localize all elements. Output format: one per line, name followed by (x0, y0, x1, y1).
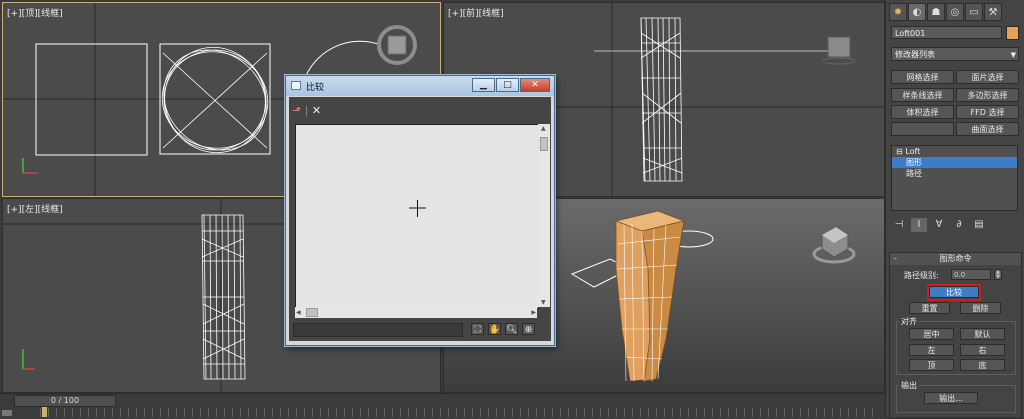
motion-tab[interactable]: ◎ (946, 3, 964, 21)
modifier-list-label: 修改器列表 (895, 50, 935, 59)
create-icon: ✸ (893, 6, 903, 18)
object-name-field[interactable]: Loft001 (891, 26, 1002, 39)
surface-select-button[interactable]: 曲面选择 (956, 122, 1019, 136)
align-group-label: 对齐 (899, 316, 919, 327)
scroll-left-icon[interactable]: ◀ (296, 309, 301, 316)
shape-commands-rollout: - 图形命令 路径级别: 0.0 ▲ ▼ 比较 重置 删除 对齐 居中 默认 左 右… (889, 252, 1022, 419)
scroll-right-icon[interactable]: ▶ (531, 309, 536, 316)
utilities-icon: ⚒ (988, 6, 998, 18)
command-panel-tabs: ✸ ◐ ☗ ◎ ▭ ⚒ (889, 3, 1022, 22)
vertical-scrollbar[interactable]: ▲ ▼ (538, 124, 550, 307)
ffd-select-button[interactable]: FFD 选择 (956, 105, 1019, 119)
viewport-label[interactable]: [+][顶][线框] (7, 6, 63, 19)
hierarchy-tab[interactable]: ☗ (927, 3, 945, 21)
modifier-stack[interactable]: ⊟ Loft 图形 路径 (891, 145, 1018, 211)
vol-select-button[interactable]: 体积选择 (891, 105, 954, 119)
path-level-spinner[interactable]: ▲ ▼ (994, 269, 1002, 280)
close-button[interactable]: ✕ (520, 78, 550, 92)
poly-select-button[interactable]: 多边形选择 (956, 88, 1019, 102)
show-end-result-icon[interactable]: I (911, 218, 927, 232)
pan-hand-icon[interactable]: ✋ (488, 323, 501, 335)
align-right-button[interactable]: 右 (960, 344, 1005, 356)
mesh-select-button[interactable]: 网格选择 (891, 70, 954, 84)
align-top-button[interactable]: 顶 (909, 359, 954, 371)
viewcube (387, 35, 407, 55)
axis-tripod (22, 349, 35, 370)
empty-modifier-button[interactable] (891, 122, 954, 136)
modify-icon: ◐ (912, 6, 922, 18)
timeline-toggle-button[interactable] (2, 410, 12, 416)
align-bottom-button[interactable]: 底 (960, 359, 1005, 371)
rollout-header[interactable]: - 图形命令 (890, 253, 1021, 265)
highlight-box (927, 284, 981, 301)
align-default-button[interactable]: 默认 (960, 328, 1005, 340)
delete-button[interactable]: 删除 (960, 302, 1001, 314)
axis-tripod (22, 158, 38, 174)
command-panel: ✸ ◐ ☗ ◎ ▭ ⚒ Loft001 修改器列表 ▼ 网格选择 面片选择 样条… (885, 0, 1024, 419)
modify-tab[interactable]: ◐ (908, 3, 926, 21)
path-level-input[interactable]: 0.0 (951, 269, 991, 280)
viewport-label[interactable]: [+][前][线框] (448, 6, 504, 19)
configure-sets-icon[interactable]: ▤ (971, 218, 987, 232)
loft-front-wire (640, 17, 683, 182)
compare-canvas[interactable] (295, 124, 539, 309)
align-left-button[interactable]: 左 (909, 344, 954, 356)
zoom-icon[interactable]: 🔍︎ (505, 323, 518, 335)
align-center-button[interactable]: 居中 (909, 328, 954, 340)
horizontal-scrollbar[interactable]: ◀ ▶ (295, 307, 537, 318)
output-button[interactable]: 输出... (924, 392, 978, 404)
time-slider[interactable]: 0 / 100 (14, 395, 116, 407)
viewport-label[interactable]: [+][左][线框] (7, 202, 63, 215)
pin-stack-icon[interactable]: ⊣ (891, 218, 907, 232)
stack-root-loft[interactable]: ⊟ Loft (892, 146, 1017, 157)
make-unique-icon[interactable]: ∀ (931, 218, 947, 232)
scroll-thumb[interactable] (540, 137, 548, 151)
utilities-tab[interactable]: ⚒ (984, 3, 1002, 21)
loft-object-3d (614, 210, 686, 382)
crosshair-icon (409, 200, 426, 217)
loft-top-wire (161, 46, 269, 154)
viewcube-persp (812, 226, 856, 264)
viewcube (827, 36, 851, 58)
app-icon (291, 81, 301, 90)
stack-item-shape[interactable]: 图形 (892, 157, 1017, 168)
display-icon: ▭ (969, 6, 979, 18)
scroll-up-icon[interactable]: ▲ (541, 125, 546, 132)
delete-shape-icon[interactable]: ✕ (312, 104, 321, 117)
path-level-label: 路径级别: (904, 271, 939, 280)
dialog-status-bar (293, 323, 463, 337)
patch-select-button[interactable]: 面片选择 (956, 70, 1019, 84)
playhead[interactable] (42, 407, 47, 417)
object-color-swatch[interactable] (1006, 26, 1019, 40)
maximize-button[interactable]: □ (496, 78, 519, 92)
create-tab[interactable]: ✸ (889, 3, 907, 21)
compare-dialog: 比较 ▁ □ ✕ ⬏ | ✕ ▲ ▼ ◀ ▶ ⛶ ✋ 🔍︎ ⊕ (285, 75, 555, 346)
dialog-view-tools: ⛶ ✋ 🔍︎ ⊕ (471, 323, 535, 335)
reset-button[interactable]: 重置 (909, 302, 950, 314)
dialog-titlebar[interactable]: 比较 ▁ □ ✕ (286, 76, 554, 96)
minimize-button[interactable]: ▁ (472, 78, 495, 92)
output-group-label: 输出 (899, 380, 919, 391)
chevron-down-icon: ▼ (1010, 51, 1016, 59)
zoom-region-icon[interactable]: ⊕ (522, 323, 535, 335)
stack-toolbar: ⊣ I ∀ ∂ ▤ (891, 218, 1019, 232)
hierarchy-icon: ☗ (931, 6, 941, 18)
timeline[interactable]: 0 / 100 (0, 393, 884, 418)
loft-left-wire (201, 214, 246, 380)
dialog-body: ⬏ | ✕ ▲ ▼ ◀ ▶ ⛶ ✋ 🔍︎ ⊕ (289, 97, 551, 341)
spline-select-button[interactable]: 样条线选择 (891, 88, 954, 102)
stack-item-path[interactable]: 路径 (892, 168, 1017, 179)
dialog-toolbar: ⬏ | ✕ (292, 104, 322, 117)
pick-shape-icon[interactable]: ⬏ (292, 104, 301, 117)
track-bar[interactable] (40, 408, 880, 417)
zoom-extents-icon[interactable]: ⛶ (471, 323, 484, 335)
scroll-thumb[interactable] (306, 308, 318, 317)
scroll-down-icon[interactable]: ▼ (541, 299, 546, 306)
dialog-title: 比较 (306, 83, 325, 93)
modifier-list-dropdown[interactable]: 修改器列表 ▼ (891, 47, 1019, 61)
remove-modifier-icon[interactable]: ∂ (951, 218, 967, 232)
display-tab[interactable]: ▭ (965, 3, 983, 21)
motion-icon: ◎ (950, 6, 960, 18)
